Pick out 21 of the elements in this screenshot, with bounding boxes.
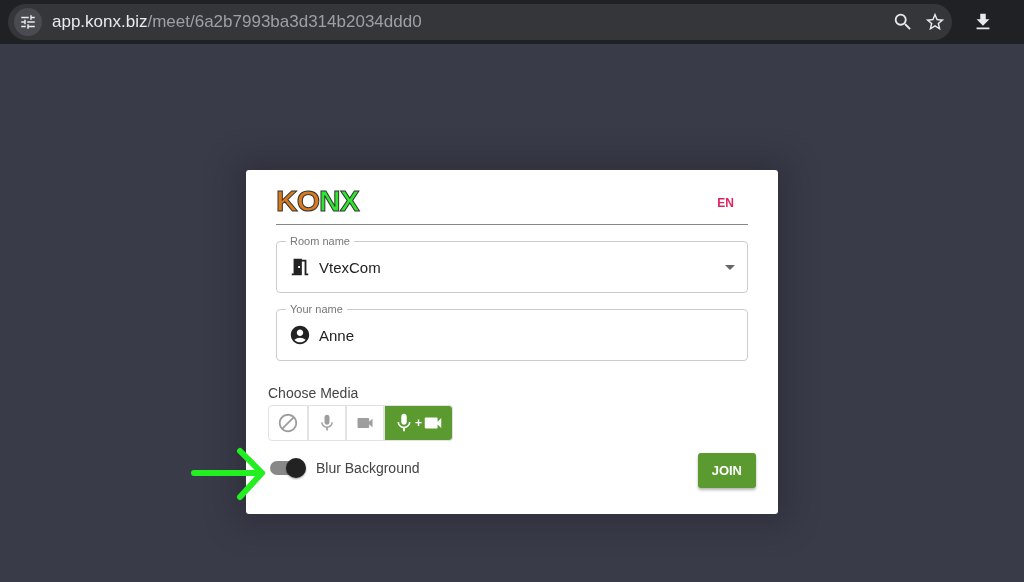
- media-option-button[interactable]: [268, 405, 308, 441]
- url-text: app.konx.biz/meet/6a2b7993ba3d314b2034ddd0: [52, 12, 423, 32]
- language-button[interactable]: EN: [703, 192, 748, 218]
- dropdown-icon: [725, 264, 735, 270]
- zoom-icon[interactable]: [892, 11, 914, 33]
- user-icon: [289, 324, 311, 346]
- media-option-button[interactable]: [308, 405, 346, 441]
- blocked-icon: [277, 412, 299, 434]
- address-bar[interactable]: app.konx.biz/meet/6a2b7993ba3d314b2034ddd0: [8, 4, 952, 40]
- toggle-switch[interactable]: [268, 457, 306, 478]
- field-value: VtexCom: [319, 258, 382, 276]
- star-icon[interactable]: [924, 11, 946, 33]
- logo: KONX: [276, 184, 359, 218]
- field-value: Anne: [319, 326, 356, 344]
- door-icon: [289, 256, 311, 278]
- field-label: Room name: [286, 235, 354, 247]
- site-settings-icon[interactable]: [14, 8, 42, 36]
- section-title: Choose Media: [268, 385, 360, 401]
- toggle-label: Blur Background: [316, 459, 420, 476]
- field-label: Your name: [286, 303, 347, 315]
- media-option-button[interactable]: [346, 405, 384, 441]
